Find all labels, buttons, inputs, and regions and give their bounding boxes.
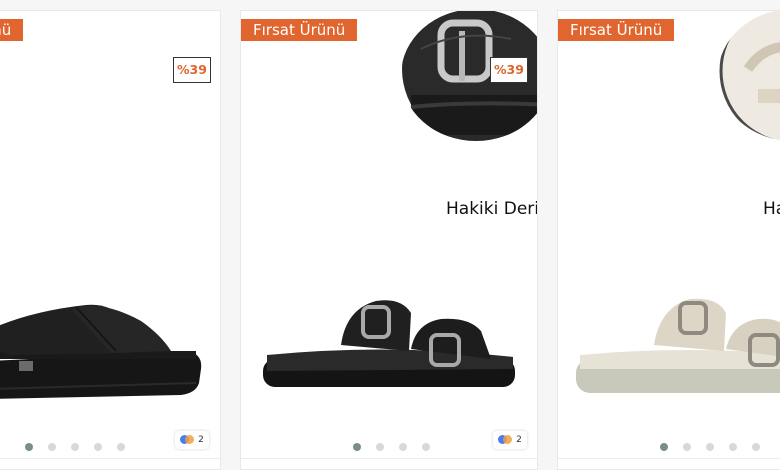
- carousel-dot[interactable]: [117, 443, 125, 451]
- zoom-detail-image: [718, 11, 780, 141]
- carousel-dot[interactable]: [353, 443, 361, 451]
- carousel-dot[interactable]: [729, 443, 737, 451]
- deal-badge: Fırsat Ürünü: [0, 19, 24, 41]
- carousel-dot[interactable]: [706, 443, 714, 451]
- image-dots: [353, 443, 430, 451]
- color-variants[interactable]: 2: [493, 431, 527, 449]
- product-image[interactable]: [0, 291, 221, 421]
- deal-badge: Fırsat Ürünü: [558, 19, 675, 41]
- color-swatch-icon: [180, 435, 195, 445]
- card-divider: [0, 458, 220, 459]
- deal-badge: Fırsat Ürünü: [241, 19, 358, 41]
- carousel-dot[interactable]: [25, 443, 33, 451]
- discount-badge: %39: [173, 57, 211, 83]
- discount-badge: %39: [490, 57, 528, 83]
- feature-label: Hakiki Deri: [446, 199, 538, 219]
- color-swatch-icon: [498, 435, 513, 445]
- product-image[interactable]: [241, 289, 538, 399]
- carousel-dot[interactable]: [660, 443, 668, 451]
- carousel-dot[interactable]: [71, 443, 79, 451]
- carousel-dot[interactable]: [376, 443, 384, 451]
- card-divider: [558, 458, 780, 459]
- product-card[interactable]: Fırsat Ürünü %39 2: [0, 10, 221, 470]
- carousel-dot[interactable]: [94, 443, 102, 451]
- image-dots: [25, 443, 125, 451]
- product-card[interactable]: Fırsat Ürünü Hakiki Deri: [557, 10, 780, 470]
- carousel-dot[interactable]: [399, 443, 407, 451]
- product-card[interactable]: Fırsat Ürünü %39 Hakiki Deri 2: [240, 10, 538, 470]
- color-count: 2: [198, 435, 204, 445]
- color-count: 2: [516, 435, 522, 445]
- feature-label: Hakiki Deri: [763, 199, 780, 219]
- carousel-dot[interactable]: [683, 443, 691, 451]
- carousel-dot[interactable]: [422, 443, 430, 451]
- carousel-dot[interactable]: [752, 443, 760, 451]
- card-divider: [241, 458, 537, 459]
- color-variants[interactable]: 2: [175, 431, 209, 449]
- image-dots: [660, 443, 760, 451]
- product-image[interactable]: [558, 289, 780, 399]
- carousel-dot[interactable]: [48, 443, 56, 451]
